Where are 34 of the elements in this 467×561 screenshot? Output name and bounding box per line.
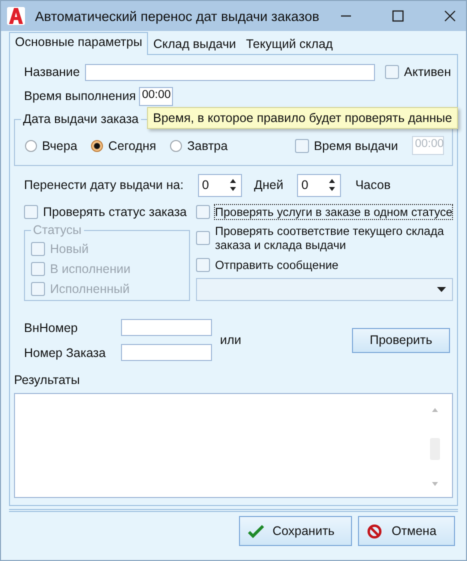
check-label: Проверять услуги в заказе в одном статусе bbox=[215, 205, 452, 219]
radio-label: Сегодня bbox=[108, 138, 156, 152]
order-number-label: Номер Заказа bbox=[24, 346, 107, 360]
window-title: Автоматический перенос дат выдачи заказов bbox=[35, 8, 320, 24]
check-label: Проверять соответствие текущего склада заказа и склада выдачи bbox=[215, 224, 445, 252]
radio-label: Вчера bbox=[42, 138, 78, 152]
dialog-button[interactable]: Сохранить bbox=[239, 516, 352, 546]
status-label: Исполненный bbox=[50, 282, 130, 296]
group-title: Дата выдачи заказа bbox=[21, 112, 141, 126]
exec-time-label: Время выполнения bbox=[24, 89, 137, 103]
active-label: Активен bbox=[404, 65, 452, 79]
tooltip: Время, в которое правило будет проверять данные bbox=[147, 107, 458, 129]
tab[interactable]: Склад выдачи bbox=[148, 35, 241, 54]
issue-time-label: Время выдачи bbox=[314, 138, 398, 152]
check-button[interactable]: Проверить bbox=[352, 328, 450, 352]
days-spinner[interactable]: 0 bbox=[198, 174, 242, 196]
hours-unit: Часов bbox=[355, 178, 391, 192]
check-label: Отправить сообщение bbox=[215, 258, 338, 272]
status-label: В исполнении bbox=[50, 262, 131, 276]
shift-label: Перенести дату выдачи на: bbox=[24, 178, 185, 192]
hours-spinner[interactable]: 0 bbox=[297, 174, 342, 196]
time-field[interactable]: 00:00 bbox=[139, 86, 173, 106]
inner-number-label: ВнНомер bbox=[24, 320, 79, 334]
group-title: Статусы bbox=[31, 223, 84, 237]
name-label: Название bbox=[24, 65, 81, 79]
dialog-button[interactable]: Отмена bbox=[358, 516, 455, 546]
or-label: или bbox=[220, 333, 242, 347]
tab[interactable]: Текущий склад bbox=[240, 35, 338, 54]
days-unit: Дней bbox=[254, 178, 284, 192]
results-label: Результаты bbox=[14, 373, 81, 389]
status-label: Новый bbox=[50, 242, 89, 256]
radio-label: Завтра bbox=[187, 138, 228, 152]
check-status-label: Проверять статус заказа bbox=[43, 205, 187, 219]
tab[interactable]: Основные параметры bbox=[9, 32, 148, 55]
